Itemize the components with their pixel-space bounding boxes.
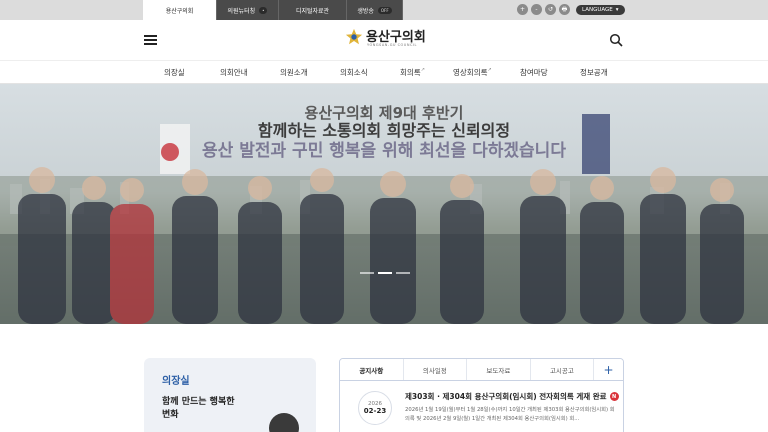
live-status-badge: OFF [377, 6, 392, 14]
nav-item-label: 의회안내 [220, 68, 248, 77]
reset-zoom-button[interactable]: ↺ [545, 4, 556, 15]
logo[interactable]: 용산구의회 YONGSAN-GU COUNCIL [345, 28, 426, 47]
nav-item-video-minutes[interactable]: 영상회의록↗ [453, 67, 492, 78]
print-button[interactable]: 🖶 [559, 4, 570, 15]
hero-headline-3: 용산 발전과 구민 행복을 위해 최선을 다하겠습니다 [202, 141, 566, 161]
tab-label: 보도자료 [486, 366, 511, 375]
logo-subtitle: YONGSAN-GU COUNCIL [367, 43, 417, 47]
nav-item-disclosure[interactable]: 정보공개 [580, 67, 608, 78]
site-tab-live[interactable]: 생방송 OFF [347, 0, 403, 20]
slide-indicator[interactable] [396, 272, 410, 274]
hero-pager [360, 272, 410, 274]
content-section: 의장실 함께 만드는 행복한 변화 공지사항 의사일정 보도자료 고시공고 + … [0, 324, 768, 432]
chairman-card[interactable]: 의장실 함께 만드는 행복한 변화 [144, 358, 316, 432]
site-tabs: 용산구의회 의원뉴터칭 • 디지털자료관 생방송 OFF [143, 0, 403, 20]
date-day: 02-23 [363, 407, 387, 415]
news-board: 공지사항 의사일정 보도자료 고시공고 + 2026 02-23 제303회 ·… [339, 358, 624, 432]
tab-label: 의사일정 [422, 366, 447, 375]
tab-label: 고시공고 [549, 366, 574, 375]
site-tab-label: 생방송 [357, 7, 374, 15]
site-tab-label: 의원뉴터칭 [227, 7, 256, 15]
nav-item-council-info[interactable]: 의회안내 [220, 67, 248, 78]
tab-announcement[interactable]: 고시공고 [531, 359, 595, 380]
zoom-out-button[interactable]: - [531, 4, 542, 15]
tab-press[interactable]: 보도자료 [467, 359, 531, 380]
nav-item-participation[interactable]: 참여마당 [520, 67, 548, 78]
top-utility-bar: 용산구의회 의원뉴터칭 • 디지털자료관 생방송 OFF + - ↺ 🖶 LAN… [0, 0, 768, 20]
language-label: LANGUAGE [582, 6, 613, 13]
news-tabs: 공지사항 의사일정 보도자료 고시공고 + [340, 359, 623, 381]
nav-item-label: 정보공개 [580, 68, 608, 77]
tab-notice[interactable]: 공지사항 [340, 359, 404, 380]
nav-item-label: 의장실 [164, 68, 185, 77]
nav-item-label: 참여마당 [520, 68, 548, 77]
nav-item-label: 영상회의록 [453, 68, 488, 77]
chairman-slogan: 함께 만드는 행복한 변화 [162, 397, 235, 420]
nav-item-label: 의원소개 [280, 68, 308, 77]
utility-controls: + - ↺ 🖶 LANGUAGE ▾ [517, 4, 625, 15]
page: 용산구의회 의원뉴터칭 • 디지털자료관 생방송 OFF + - ↺ 🖶 LAN… [0, 0, 768, 432]
nav-item-news[interactable]: 의회소식 [340, 67, 368, 78]
caret-down-icon: ▾ [615, 6, 619, 13]
language-button[interactable]: LANGUAGE ▾ [576, 4, 625, 15]
header: 용산구의회 YONGSAN-GU COUNCIL [0, 20, 768, 60]
new-badge: N [609, 392, 619, 401]
tab-schedule[interactable]: 의사일정 [404, 359, 468, 380]
news-title-link[interactable]: 제303회 · 제304회 용산구의회(임시회) 전자회의록 게재 완료 N [405, 391, 619, 402]
chairman-title: 의장실 [162, 376, 190, 387]
site-tab-council[interactable]: 용산구의회 [143, 0, 217, 20]
site-tab-label: 용산구의회 [165, 7, 194, 15]
search-icon[interactable] [609, 33, 623, 47]
main-navigation: 의장실 의회안내 의원소개 의회소식 회의록↗ 영상회의록↗ 참여마당 정보공개 [0, 60, 768, 84]
news-title: 제303회 · 제304회 용산구의회(임시회) 전자회의록 게재 완료 [405, 392, 607, 401]
logo-text: 용산구의회 [366, 29, 426, 45]
council-emblem-icon [345, 28, 363, 45]
nav-item-members[interactable]: 의원소개 [280, 67, 308, 78]
site-tab-tag: • [259, 6, 268, 14]
slide-indicator-active[interactable] [378, 272, 392, 274]
tab-label: 공지사항 [359, 366, 384, 375]
zoom-in-button[interactable]: + [517, 4, 528, 15]
nav-item-label: 의회소식 [340, 68, 368, 77]
chairman-photo [269, 413, 299, 432]
external-link-icon: ↗ [420, 67, 425, 73]
date-badge: 2026 02-23 [358, 391, 392, 425]
news-description: 2026년 1월 19일(월)부터 1월 28일(수)까지 10일간 개최된 제… [405, 407, 615, 422]
nav-item-label: 회의록 [400, 68, 421, 77]
nav-item-chairman[interactable]: 의장실 [164, 67, 185, 78]
hero-banner: 용산구의회 제9대 후반기 함께하는 소통의회 희망주는 신뢰의정 용산 발전과… [0, 84, 768, 324]
site-tab-digital-archive[interactable]: 디지털자료관 [279, 0, 347, 20]
more-button[interactable]: + [594, 359, 623, 380]
menu-icon[interactable] [144, 35, 157, 45]
external-link-icon: ↗ [487, 67, 492, 73]
site-tab-member-news[interactable]: 의원뉴터칭 • [217, 0, 279, 20]
nav-item-minutes[interactable]: 회의록↗ [400, 67, 425, 78]
slide-indicator[interactable] [360, 272, 374, 274]
site-tab-label: 디지털자료관 [295, 7, 330, 15]
